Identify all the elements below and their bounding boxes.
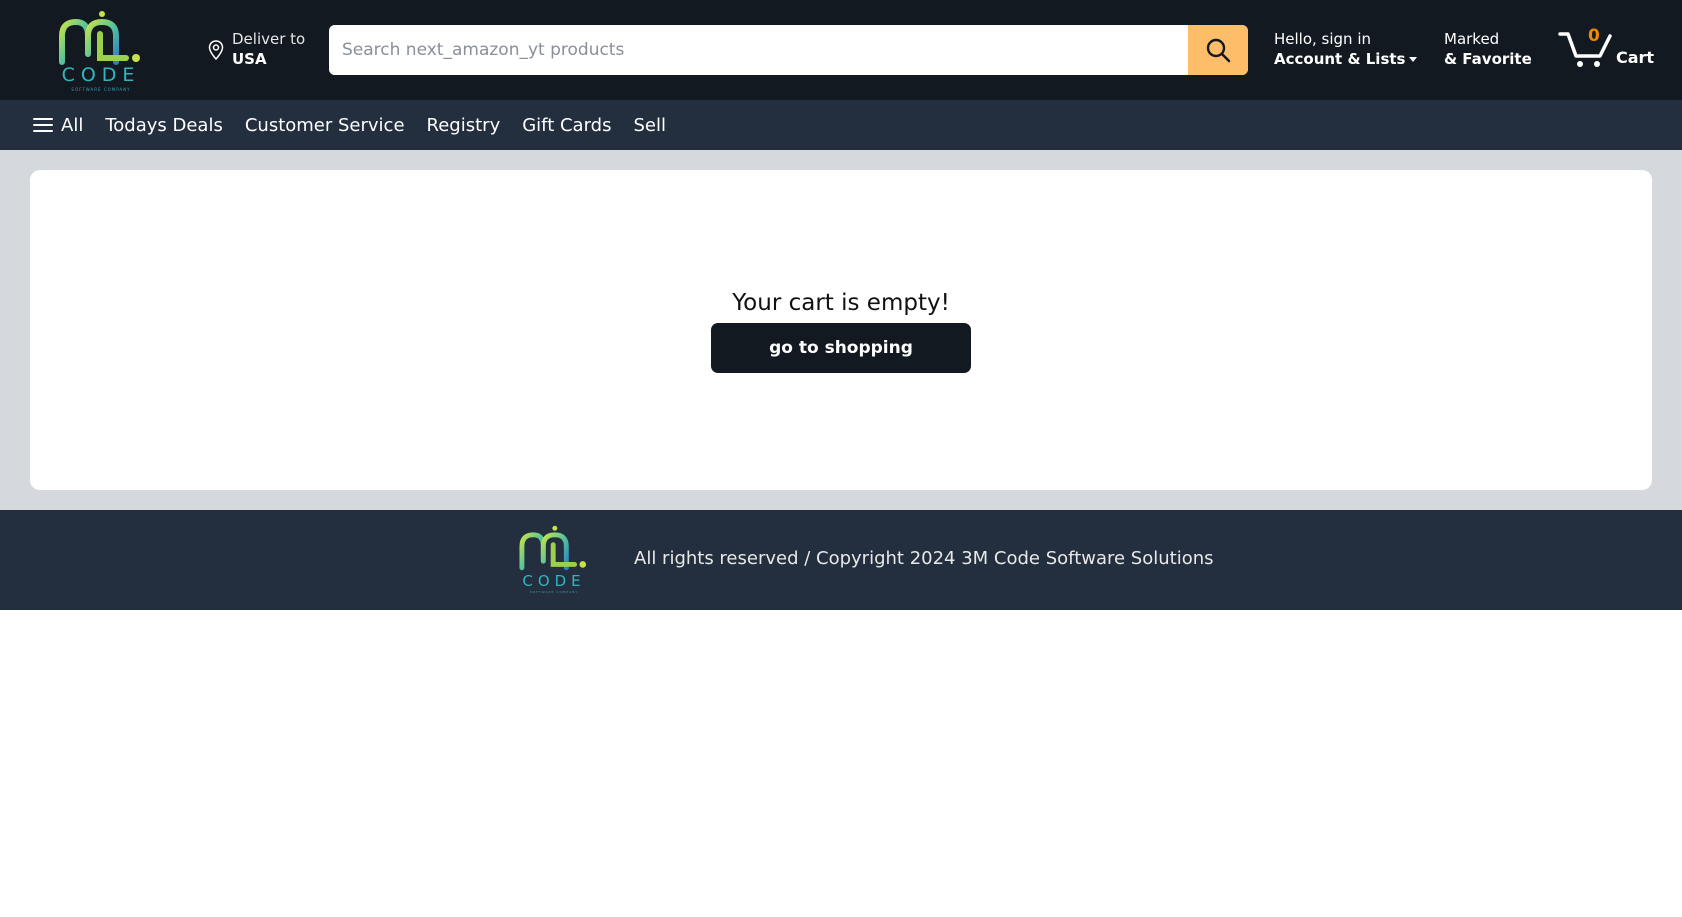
search-icon (1206, 38, 1231, 63)
cart-count-badge: 0 (1588, 26, 1600, 46)
cart-icon (1558, 32, 1612, 67)
cart-button[interactable]: 0 Cart (1558, 24, 1658, 72)
nav-item-todays-deals[interactable]: Todays Deals (105, 115, 223, 136)
cart-label: Cart (1616, 48, 1655, 67)
nav-bar: All Todays Deals Customer Service Regist… (0, 100, 1682, 150)
hamburger-menu-icon (33, 114, 53, 136)
empty-cart-message: Your cart is empty! (732, 290, 950, 316)
nav-item-customer-service[interactable]: Customer Service (245, 115, 405, 136)
deliver-location: USA (232, 50, 267, 68)
favorite-line1: Marked (1444, 30, 1500, 48)
favorites-link[interactable]: Marked & Favorite (1444, 30, 1532, 68)
account-label-row: Account & Lists (1274, 50, 1418, 68)
account-lists-menu[interactable]: Hello, sign in Account & Lists (1274, 30, 1418, 68)
footer-logo[interactable]: CODE SOFTWARE COMPANY (517, 524, 591, 596)
main-content: Your cart is empty! go to shopping (0, 150, 1682, 510)
location-pin-icon (208, 40, 224, 60)
logo-subtext: SOFTWARE COMPANY (71, 87, 131, 92)
nav-item-label: All (61, 114, 84, 136)
nav-item-gift-cards[interactable]: Gift Cards (522, 115, 611, 136)
caret-down-icon (1409, 57, 1418, 62)
nav-item-all[interactable]: All (33, 114, 83, 136)
search-bar (329, 25, 1248, 75)
logo-mark-icon (519, 525, 587, 571)
footer: CODE SOFTWARE COMPANY All rights reserve… (0, 510, 1682, 610)
footer-logo-subtext: SOFTWARE COMPANY (529, 590, 579, 594)
go-to-shopping-button[interactable]: go to shopping (711, 323, 971, 373)
search-button[interactable] (1188, 25, 1248, 75)
nav-item-registry[interactable]: Registry (427, 115, 501, 136)
top-header: CODE SOFTWARE COMPANY Deliver to USA Hel… (0, 0, 1682, 100)
empty-cart-card: Your cart is empty! go to shopping (30, 170, 1652, 490)
search-input[interactable] (329, 25, 1189, 75)
favorite-line2: & Favorite (1444, 50, 1532, 68)
nav-item-sell[interactable]: Sell (633, 115, 666, 136)
deliver-label: Deliver to (232, 30, 306, 48)
brand-logo[interactable]: CODE SOFTWARE COMPANY (56, 10, 146, 96)
account-label: Account & Lists (1274, 50, 1406, 68)
account-greeting: Hello, sign in (1274, 30, 1372, 48)
logo-mark-icon (59, 11, 140, 65)
copyright-text: All rights reserved / Copyright 2024 3M … (634, 548, 1214, 569)
footer-logo-text: CODE (522, 572, 586, 590)
logo-text: CODE (61, 64, 141, 86)
